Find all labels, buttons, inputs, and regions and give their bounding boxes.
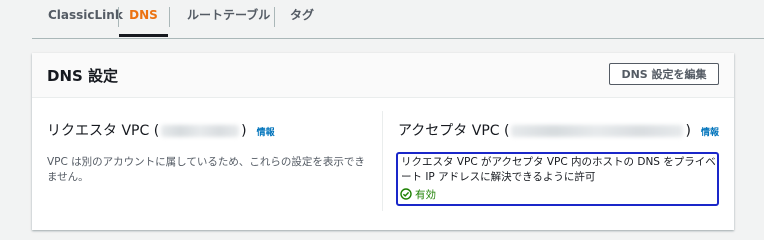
accepter-vpc-close: ) <box>685 123 691 139</box>
panel-title: DNS 設定 <box>47 67 119 85</box>
tab-separator <box>274 7 275 27</box>
redacted-vpc-id <box>511 125 684 137</box>
tab-bar: ClassicLink DNS ルートテーブル タグ <box>32 0 764 39</box>
tab-tags[interactable]: タグ <box>290 0 314 37</box>
requester-vpc-label: リクエスタ VPC ( <box>47 123 160 139</box>
dns-settings-panel: DNS 設定 DNS 設定を編集 リクエスタ VPC () 情報 VPC は別のア… <box>32 53 734 230</box>
edit-dns-settings-button[interactable]: DNS 設定を編集 <box>609 63 719 85</box>
status-enabled: 有効 <box>400 187 436 202</box>
redacted-vpc-id <box>161 125 240 137</box>
accepter-vpc-title: アクセプタ VPC () 情報 <box>398 120 719 140</box>
requester-info-link[interactable]: 情報 <box>257 128 275 138</box>
column-divider <box>382 111 383 211</box>
requester-description: VPC は別のアカウントに属しているため、これらの設定を表示できません。 <box>47 156 365 183</box>
tab-classiclink[interactable]: ClassicLink <box>48 0 123 37</box>
status-label: 有効 <box>415 189 436 201</box>
panel-header: DNS 設定 DNS 設定を編集 <box>32 53 734 98</box>
tab-dns[interactable]: DNS <box>119 0 168 37</box>
requester-vpc-close: ) <box>241 123 247 139</box>
accepter-description: リクエスタ VPC がアクセプタ VPC 内のホストの DNS をプライベート … <box>401 156 716 183</box>
check-circle-icon <box>400 188 412 200</box>
accepter-info-link[interactable]: 情報 <box>701 128 719 138</box>
accepter-vpc-label: アクセプタ VPC ( <box>398 123 510 139</box>
tab-separator <box>169 7 170 27</box>
requester-vpc-title: リクエスタ VPC () 情報 <box>47 120 275 140</box>
tab-route-tables[interactable]: ルートテーブル <box>187 0 270 37</box>
